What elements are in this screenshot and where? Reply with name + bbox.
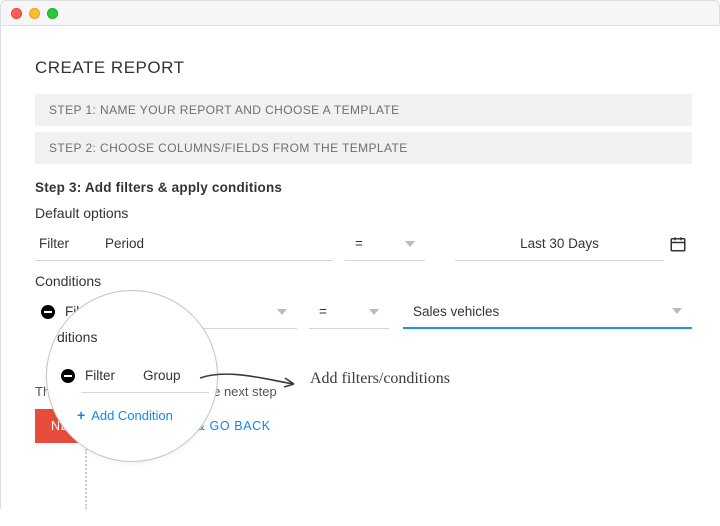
- maximize-icon[interactable]: [47, 8, 58, 19]
- value-select[interactable]: Sales vehicles: [403, 295, 692, 329]
- chevron-down-icon: [672, 308, 682, 314]
- period-field: Period: [95, 227, 333, 261]
- remove-condition-button[interactable]: [55, 359, 81, 393]
- group-select[interactable]: Group: [133, 359, 209, 393]
- page-title: CREATE REPORT: [35, 58, 692, 78]
- close-icon[interactable]: [11, 8, 22, 19]
- window-titlebar: [0, 0, 720, 26]
- chevron-down-icon: [405, 241, 415, 247]
- value-display: Last 30 Days: [455, 227, 664, 261]
- calendar-icon: [669, 235, 687, 253]
- chevron-down-icon: [369, 309, 379, 315]
- conditions-label: Conditions: [35, 273, 692, 289]
- minus-circle-icon: [41, 305, 55, 319]
- annotation-text: Add filters/conditions: [310, 370, 450, 388]
- operator-select[interactable]: =: [309, 295, 389, 329]
- filter-label: Filter: [35, 227, 95, 261]
- chevron-down-icon: [277, 309, 287, 315]
- lens-conditions-label: ditions: [57, 329, 97, 345]
- default-options-label: Default options: [35, 205, 692, 221]
- progress-connector: [85, 449, 87, 509]
- filter-label: Filter: [81, 359, 133, 393]
- plus-icon: +: [77, 407, 85, 423]
- step-2-header[interactable]: STEP 2: CHOOSE COLUMNS/FIELDS FROM THE T…: [35, 132, 692, 164]
- remove-condition-button[interactable]: [35, 295, 61, 329]
- lens-condition-row: Filter Group: [55, 359, 209, 393]
- step-1-header[interactable]: STEP 1: NAME YOUR REPORT AND CHOOSE A TE…: [35, 94, 692, 126]
- calendar-button[interactable]: [664, 227, 692, 261]
- add-condition-button[interactable]: + Add Condition: [77, 407, 173, 423]
- minus-circle-icon: [61, 369, 75, 383]
- operator-select[interactable]: =: [345, 227, 425, 261]
- minimize-icon[interactable]: [29, 8, 40, 19]
- default-filter-row: Filter Period = Last 30 Days: [35, 227, 692, 261]
- step-3-header: Step 3: Add filters & apply conditions: [35, 180, 692, 195]
- zoom-lens-callout: ditions Filter Group + Add Condition: [46, 290, 218, 462]
